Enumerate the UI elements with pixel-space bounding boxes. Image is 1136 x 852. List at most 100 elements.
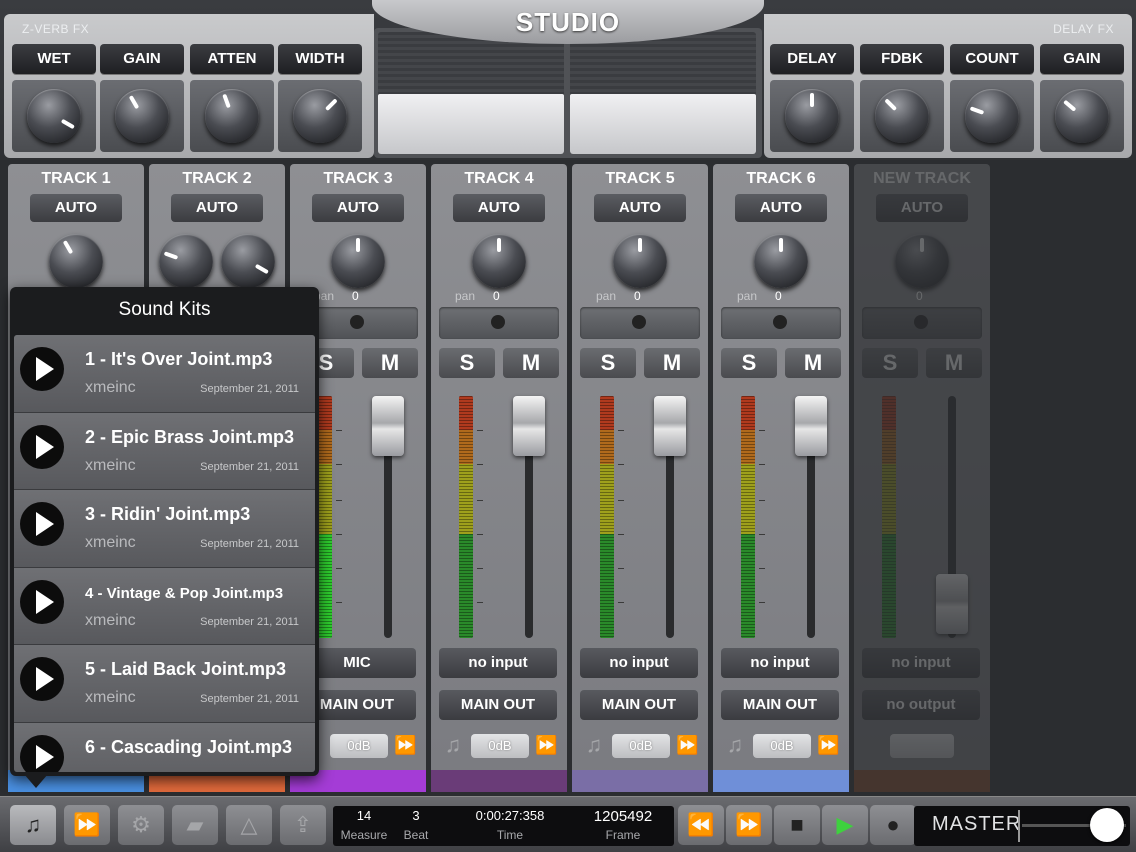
play-icon[interactable]	[20, 347, 64, 391]
automation-button[interactable]: AUTO	[735, 194, 827, 222]
automation-button[interactable]: AUTO	[594, 194, 686, 222]
music-note-icon[interactable]: ♫	[441, 732, 465, 758]
pan-knob[interactable]	[754, 234, 808, 288]
fast-forward-icon[interactable]: ⏩	[726, 805, 772, 845]
list-item[interactable]: 3 - Ridin' Joint.mp3 xmeinc September 21…	[14, 490, 315, 568]
mute-button[interactable]: M	[503, 348, 559, 378]
mute-button: M	[926, 348, 982, 378]
list-item[interactable]: 4 - Vintage & Pop Joint.mp3 xmeinc Septe…	[14, 567, 315, 645]
gain-button	[890, 734, 954, 758]
metronome-icon[interactable]: △	[226, 805, 272, 845]
reverb-wet-button[interactable]: WET	[12, 44, 96, 74]
input-button[interactable]: no input	[721, 648, 839, 678]
play-icon[interactable]	[20, 734, 64, 772]
reverb-atten-knob-well	[190, 80, 274, 152]
gain-button[interactable]: 0dB	[612, 734, 670, 758]
stop-icon[interactable]: ■	[774, 805, 820, 845]
delay-gain-button[interactable]: GAIN	[1040, 44, 1124, 74]
volume-fader-handle[interactable]	[795, 396, 827, 456]
delay-delay-knob[interactable]	[785, 89, 839, 143]
delay-fdbk-button[interactable]: FDBK	[860, 44, 944, 74]
track-strip-4: TRACK 4 AUTO pan 0 S M no input MAIN OUT…	[431, 164, 567, 792]
play-icon[interactable]	[20, 424, 64, 469]
sound-kit-list[interactable]: 1 - It's Over Joint.mp3 xmeinc September…	[14, 335, 315, 772]
pan-slider[interactable]	[721, 307, 841, 339]
delay-fdbk-knob[interactable]	[875, 89, 929, 143]
output-button[interactable]: MAIN OUT	[721, 690, 839, 720]
volume-fader-handle[interactable]	[372, 396, 404, 456]
pan-slider[interactable]	[439, 307, 559, 339]
new-track-strip[interactable]: NEW TRACK AUTO 0 S M no input no output	[854, 164, 990, 792]
fast-forward-icon[interactable]: ⏩	[394, 732, 420, 758]
play-icon[interactable]	[20, 502, 64, 546]
reverb-width-button[interactable]: WIDTH	[278, 44, 362, 74]
gain-button[interactable]: 0dB	[753, 734, 811, 758]
output-button[interactable]: MAIN OUT	[580, 690, 698, 720]
list-item[interactable]: 1 - It's Over Joint.mp3 xmeinc September…	[14, 335, 315, 413]
fast-forward-icon[interactable]: ⏩	[535, 732, 561, 758]
solo-button[interactable]: S	[580, 348, 636, 378]
automation-button[interactable]: AUTO	[171, 194, 263, 222]
fast-forward-icon[interactable]: ⏩	[64, 805, 110, 845]
mute-button[interactable]: M	[785, 348, 841, 378]
share-icon[interactable]: ⇪	[280, 805, 326, 845]
track-knob-left[interactable]	[159, 234, 213, 288]
pan-knob[interactable]	[331, 234, 385, 288]
kit-name: 6 - Cascading Joint.mp3	[85, 736, 293, 757]
play-icon[interactable]	[20, 657, 64, 701]
music-note-icon[interactable]: ♫	[723, 732, 747, 758]
rewind-icon[interactable]: ⏪	[678, 805, 724, 845]
input-button[interactable]: no input	[580, 648, 698, 678]
delay-count-button[interactable]: COUNT	[950, 44, 1034, 74]
volume-fader-handle[interactable]	[654, 396, 686, 456]
reverb-atten-knob[interactable]	[205, 89, 259, 143]
music-note-icon[interactable]: ♫	[10, 805, 56, 845]
gear-icon[interactable]: ⚙	[118, 805, 164, 845]
record-icon[interactable]: ●	[870, 805, 916, 845]
track-knob-right[interactable]	[221, 234, 275, 288]
delay-fx-name: DELAY FX	[1053, 22, 1114, 36]
pan-value: 0	[634, 289, 641, 303]
pan-knob[interactable]	[613, 234, 667, 288]
mute-button[interactable]: M	[644, 348, 700, 378]
reverb-gain-knob[interactable]	[115, 89, 169, 143]
reverb-atten-button[interactable]: ATTEN	[190, 44, 274, 74]
pan-slider[interactable]	[580, 307, 700, 339]
music-note-icon[interactable]: ♫	[582, 732, 606, 758]
master-slider-thumb[interactable]	[1090, 808, 1124, 842]
pan-knob[interactable]	[472, 234, 526, 288]
automation-button[interactable]: AUTO	[30, 194, 122, 222]
kit-name: 5 - Laid Back Joint.mp3	[85, 659, 287, 679]
automation-button[interactable]: AUTO	[453, 194, 545, 222]
gain-button[interactable]: 0dB	[330, 734, 388, 758]
kit-date: September 21, 2011	[200, 615, 299, 628]
delay-count-knob[interactable]	[965, 89, 1019, 143]
solo-button[interactable]: S	[439, 348, 495, 378]
list-item[interactable]: 6 - Cascading Joint.mp3	[14, 722, 315, 772]
automation-button[interactable]: AUTO	[312, 194, 404, 222]
list-item[interactable]: 5 - Laid Back Joint.mp3 xmeinc September…	[14, 645, 315, 723]
folder-icon[interactable]: ▰	[172, 805, 218, 845]
track-knob[interactable]	[49, 234, 103, 288]
output-button[interactable]: MAIN OUT	[439, 690, 557, 720]
track-title: TRACK 6	[746, 170, 816, 187]
play-icon[interactable]	[20, 579, 64, 624]
list-item[interactable]: 2 - Epic Brass Joint.mp3 xmeinc Septembe…	[14, 412, 315, 490]
delay-delay-button[interactable]: DELAY	[770, 44, 854, 74]
fx-pad-right-handle[interactable]	[570, 94, 756, 154]
popover-title: Sound Kits	[118, 299, 211, 320]
volume-fader-handle[interactable]	[513, 396, 545, 456]
fx-pad-left-handle[interactable]	[378, 94, 564, 154]
input-button[interactable]: no input	[439, 648, 557, 678]
play-icon[interactable]: ▶	[822, 805, 868, 845]
fast-forward-icon[interactable]: ⏩	[817, 732, 843, 758]
solo-button[interactable]: S	[721, 348, 777, 378]
track-color-bar	[431, 770, 567, 792]
reverb-width-knob[interactable]	[293, 89, 347, 143]
fast-forward-icon[interactable]: ⏩	[676, 732, 702, 758]
delay-gain-knob[interactable]	[1055, 89, 1109, 143]
reverb-wet-knob[interactable]	[27, 89, 81, 143]
gain-button[interactable]: 0dB	[471, 734, 529, 758]
reverb-gain-button[interactable]: GAIN	[100, 44, 184, 74]
mute-button[interactable]: M	[362, 348, 418, 378]
